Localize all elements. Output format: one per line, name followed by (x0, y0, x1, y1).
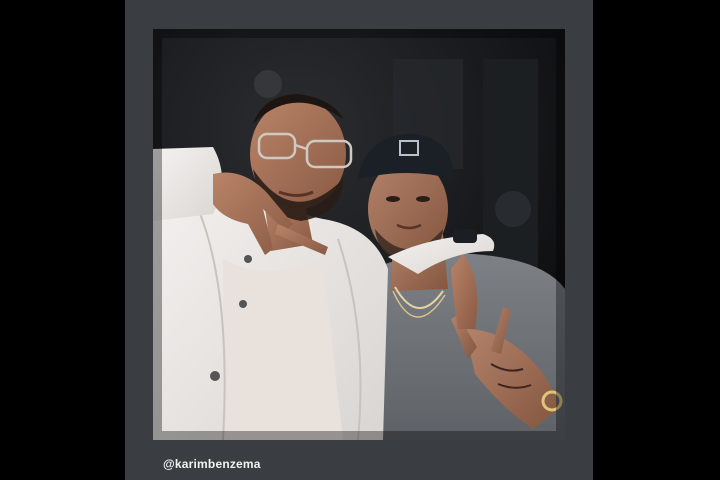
story-mention-caption[interactable]: @karimbenzema (163, 457, 261, 471)
story-photo[interactable] (153, 29, 565, 440)
photo-illustration (153, 29, 565, 440)
story-viewer: @karimbenzema (0, 0, 720, 480)
story-card[interactable]: @karimbenzema (125, 0, 593, 480)
left-person-sleeve (153, 147, 222, 221)
